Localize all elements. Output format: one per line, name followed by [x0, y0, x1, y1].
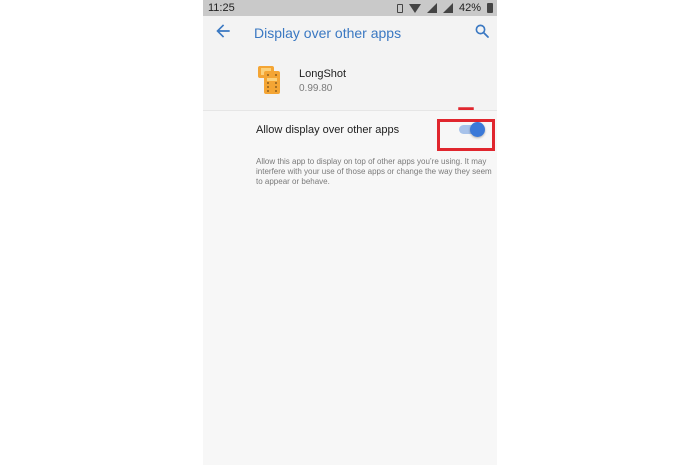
- longshot-app-icon: [258, 66, 280, 94]
- setting-label: Allow display over other apps: [256, 124, 400, 136]
- allow-display-setting-row[interactable]: Allow display over other apps: [203, 119, 497, 151]
- signal-icon-2: [442, 3, 453, 13]
- back-arrow-icon[interactable]: [213, 21, 233, 41]
- setting-description: Allow this app to display on top of othe…: [256, 157, 492, 186]
- app-name: LongShot: [299, 68, 347, 80]
- status-bar: 11:25 42%: [203, 0, 497, 16]
- phone-screen: 11:25 42% Display over other apps LongSh…: [203, 0, 497, 465]
- app-toolbar: Display over other apps: [203, 16, 497, 52]
- wifi-icon: [408, 3, 421, 13]
- vibrate-icon: [396, 3, 403, 13]
- battery-percent: 42%: [458, 2, 481, 14]
- battery-icon: [487, 3, 493, 13]
- page-title: Display over other apps: [254, 25, 402, 41]
- status-icons: 42%: [396, 2, 493, 14]
- allow-display-toggle[interactable]: [457, 122, 485, 137]
- app-info-header: LongShot 0.99.80: [203, 52, 497, 158]
- toggle-thumb: [470, 122, 485, 137]
- status-time: 11:25: [208, 2, 235, 14]
- settings-content: Allow display over other apps Allow this…: [203, 111, 497, 465]
- search-icon[interactable]: [473, 22, 491, 40]
- app-version: 0.99.80: [299, 83, 333, 94]
- signal-icon: [426, 3, 437, 13]
